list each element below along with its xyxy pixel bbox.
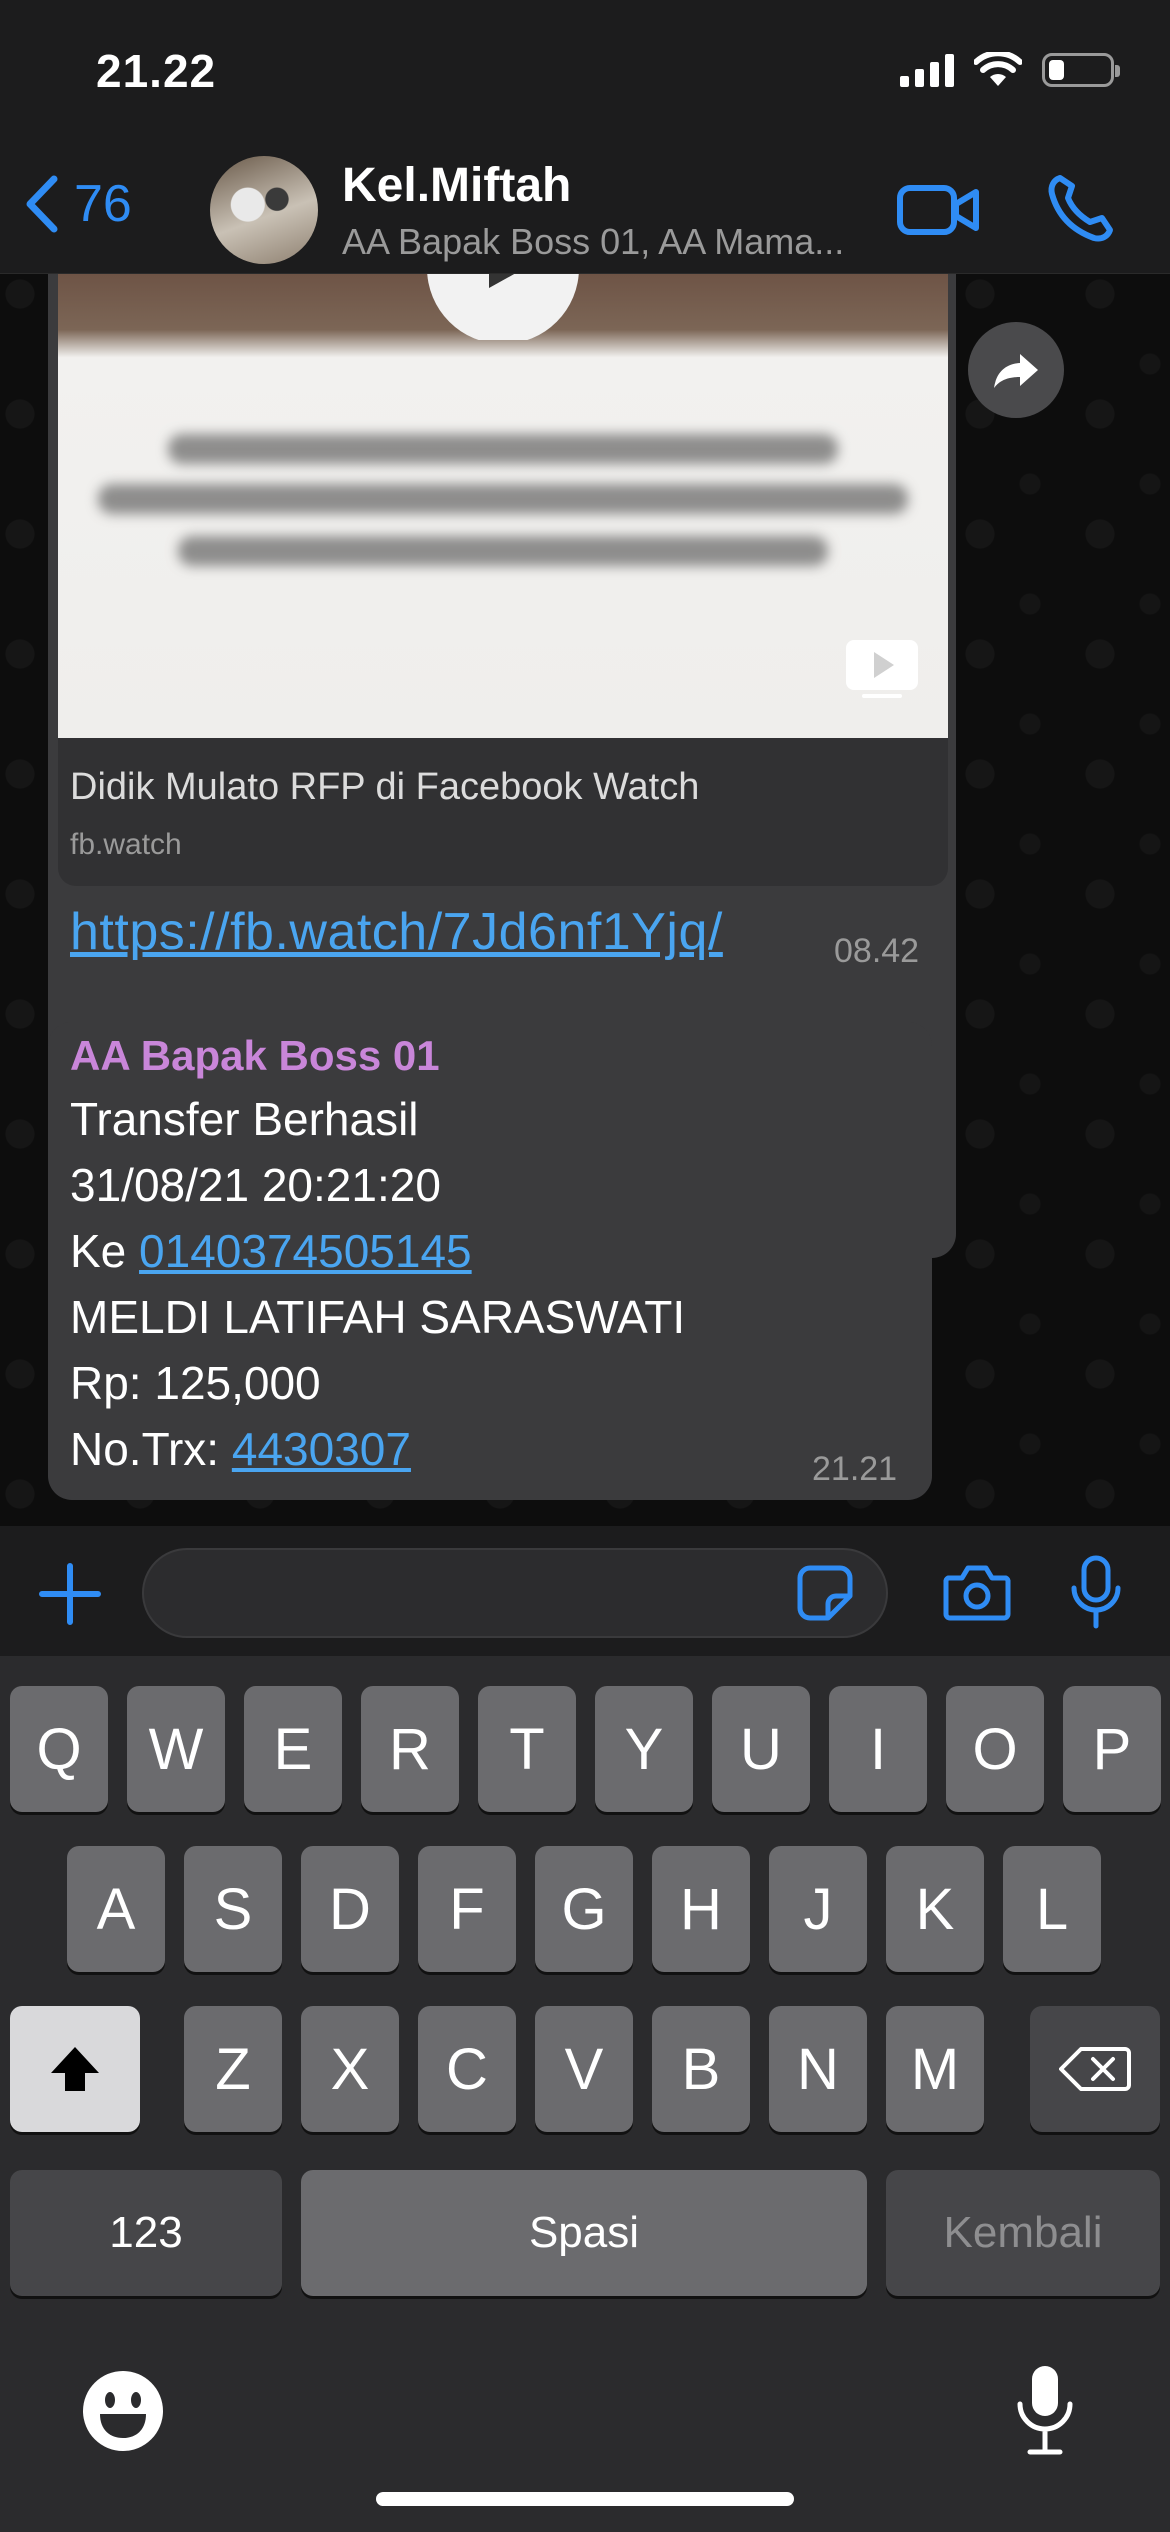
signal-icon [900, 53, 954, 87]
message-line: 31/08/21 20:21:20 [70, 1159, 441, 1211]
link-preview-title: Didik Mulato RFP di Facebook Watch [70, 766, 700, 808]
key-o[interactable]: O [946, 1686, 1044, 1812]
dictation-icon[interactable] [1012, 2362, 1078, 2458]
microphone-icon[interactable] [1066, 1554, 1126, 1630]
chat-area[interactable]: Didik Mulato RFP di Facebook Watch fb.wa… [0, 274, 1170, 1526]
link-preview-domain: fb.watch [70, 828, 182, 861]
keyboard: Q W E R T Y U I O P A S D F G H J K L Z … [0, 1656, 1170, 2532]
transaction-number-link[interactable]: 4430307 [232, 1423, 411, 1475]
shift-icon [51, 2047, 99, 2091]
forward-icon [994, 354, 1038, 388]
numbers-key-label: 123 [109, 2208, 183, 2257]
key-v[interactable]: V [535, 2006, 633, 2132]
shift-key[interactable] [10, 2006, 140, 2132]
key-d[interactable]: D [301, 1846, 399, 1972]
forward-button[interactable] [968, 322, 1064, 418]
key-b[interactable]: B [652, 2006, 750, 2132]
plus-icon[interactable] [38, 1562, 102, 1626]
key-a[interactable]: A [67, 1846, 165, 1972]
sticker-icon[interactable] [796, 1564, 854, 1622]
key-n[interactable]: N [769, 2006, 867, 2132]
message-link[interactable]: https://fb.watch/7Jd6nf1Yjq/ [70, 902, 723, 962]
back-button[interactable]: 76 [24, 174, 132, 234]
message-text: No.Trx: [70, 1423, 232, 1475]
chat-title: Kel.Miftah [342, 159, 572, 212]
key-p[interactable]: P [1063, 1686, 1161, 1812]
message-line: Transfer Berhasil [70, 1093, 419, 1145]
message-line: No.Trx: 4430307 [70, 1422, 411, 1476]
return-key[interactable]: Kembali [886, 2170, 1160, 2296]
key-c[interactable]: C [418, 2006, 516, 2132]
group-avatar[interactable] [210, 156, 318, 264]
numbers-key[interactable]: 123 [10, 2170, 282, 2296]
status-time: 21.22 [96, 45, 217, 97]
key-y[interactable]: Y [595, 1686, 693, 1812]
input-bar [0, 1526, 1170, 1656]
wifi-icon [974, 52, 1022, 86]
message-line: MELDI LATIFAH SARASWATI [70, 1291, 686, 1343]
video-preview[interactable] [58, 274, 948, 738]
key-u[interactable]: U [712, 1686, 810, 1812]
key-g[interactable]: G [535, 1846, 633, 1972]
return-key-label: Kembali [943, 2208, 1103, 2257]
home-indicator[interactable] [376, 2492, 794, 2506]
play-icon[interactable] [427, 274, 579, 340]
backspace-icon [1059, 2047, 1131, 2091]
camera-icon[interactable] [942, 1562, 1012, 1622]
key-m[interactable]: M [886, 2006, 984, 2132]
video-call-icon[interactable] [896, 178, 980, 242]
message-input[interactable] [142, 1548, 888, 1638]
key-s[interactable]: S [184, 1846, 282, 1972]
key-l[interactable]: L [1003, 1846, 1101, 1972]
status-icons [900, 52, 1120, 88]
key-x[interactable]: X [301, 2006, 399, 2132]
message-time: 21.21 [812, 1450, 898, 1488]
key-t[interactable]: T [478, 1686, 576, 1812]
status-bar: 21.22 [0, 0, 1170, 150]
message-time: 08.42 [834, 932, 920, 970]
message-line: Rp: 125,000 [70, 1357, 321, 1409]
account-number-link[interactable]: 0140374505145 [139, 1225, 472, 1277]
phone-icon[interactable] [1046, 172, 1114, 244]
key-i[interactable]: I [829, 1686, 927, 1812]
chat-title-block[interactable]: Kel.Miftah AA Bapak Boss 01, AA Mama... [342, 158, 882, 263]
chat-subtitle: AA Bapak Boss 01, AA Mama... [342, 221, 845, 262]
video-badge-icon [846, 640, 918, 698]
key-q[interactable]: Q [10, 1686, 108, 1812]
link-preview-card[interactable]: Didik Mulato RFP di Facebook Watch fb.wa… [58, 738, 948, 886]
key-k[interactable]: K [886, 1846, 984, 1972]
backspace-key[interactable] [1030, 2006, 1160, 2132]
key-e[interactable]: E [244, 1686, 342, 1812]
key-w[interactable]: W [127, 1686, 225, 1812]
message-line: Ke 0140374505145 [70, 1224, 472, 1278]
key-h[interactable]: H [652, 1846, 750, 1972]
key-z[interactable]: Z [184, 2006, 282, 2132]
space-key-label: Spasi [528, 2208, 640, 2257]
back-count: 76 [74, 175, 132, 233]
key-j[interactable]: J [769, 1846, 867, 1972]
back-chevron-icon [26, 175, 58, 233]
chat-header: 76 Kel.Miftah AA Bapak Boss 01, AA Mama.… [0, 150, 1170, 274]
battery-icon [1042, 53, 1120, 87]
key-r[interactable]: R [361, 1686, 459, 1812]
space-key[interactable]: Spasi [301, 2170, 867, 2296]
message-sender[interactable]: AA Bapak Boss 01 [70, 1032, 440, 1080]
message-text: Ke [70, 1225, 140, 1277]
emoji-icon[interactable] [82, 2370, 164, 2452]
key-f[interactable]: F [418, 1846, 516, 1972]
